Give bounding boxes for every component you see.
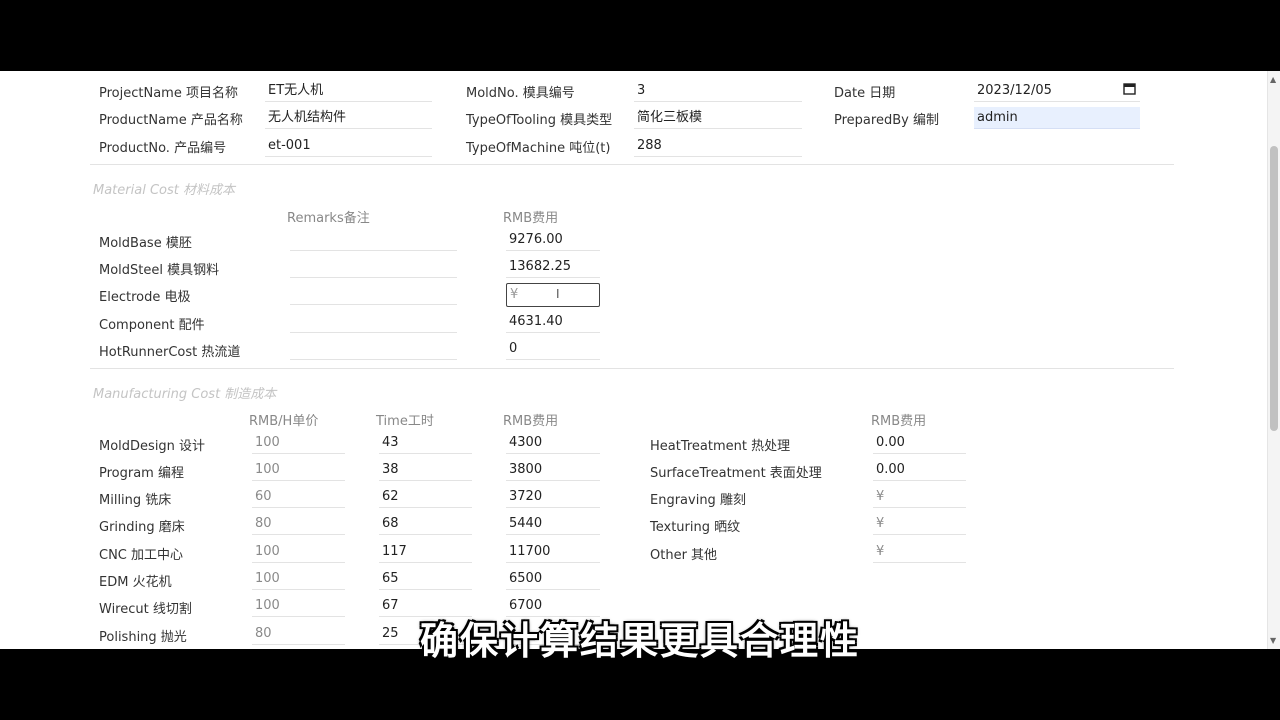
material-rmb-input[interactable]: 0 xyxy=(506,338,600,360)
material-remarks-input[interactable] xyxy=(290,229,457,251)
material-remarks-input[interactable] xyxy=(290,311,457,333)
calendar-icon[interactable] xyxy=(1123,82,1136,99)
mfg-row-label: MoldDesign 设计 xyxy=(99,439,206,454)
vertical-scrollbar[interactable]: ▲ ▼ xyxy=(1267,71,1280,649)
mfg-rmb-input[interactable]: 3720 xyxy=(506,486,600,508)
material-row-label: Electrode 电极 xyxy=(99,290,191,305)
material-row-label: MoldSteel 模具钢料 xyxy=(99,263,220,278)
other-row-label: Other 其他 xyxy=(650,548,718,563)
material-rmb-input[interactable]: 4631.40 xyxy=(506,311,600,333)
prepared-by-label: PreparedBy 编制 xyxy=(834,113,939,128)
mfg-rmb-input[interactable]: 3800 xyxy=(506,459,600,481)
mfg-rmb-input[interactable]: 6500 xyxy=(506,568,600,590)
mfg-time-input[interactable]: 38 xyxy=(379,459,472,481)
other-row-label: SurfaceTreatment 表面处理 xyxy=(650,466,822,481)
mfg-rate-input[interactable]: 100 xyxy=(252,459,345,481)
mfg-rate-input[interactable]: 60 xyxy=(252,486,345,508)
mold-no-input[interactable]: 3 xyxy=(634,80,802,102)
mfg-rate-input[interactable]: 100 xyxy=(252,541,345,563)
other-row-label: Texturing 晒纹 xyxy=(650,520,741,535)
material-row-label: Component 配件 xyxy=(99,318,205,333)
manufacturing-col-rmb: RMB费用 xyxy=(503,414,559,429)
mfg-row-label: Grinding 磨床 xyxy=(99,520,185,535)
scrollbar-thumb[interactable] xyxy=(1270,146,1278,431)
material-remarks-input[interactable] xyxy=(290,256,457,278)
material-remarks-input[interactable] xyxy=(290,338,457,360)
scroll-up-icon[interactable]: ▲ xyxy=(1270,75,1276,84)
material-rmb-input[interactable]: 9276.00 xyxy=(506,229,600,251)
mfg-time-input[interactable]: 68 xyxy=(379,513,472,535)
material-remarks-input[interactable] xyxy=(290,283,457,305)
divider xyxy=(90,368,1174,369)
material-row-label: HotRunnerCost 热流道 xyxy=(99,345,241,360)
product-name-label: ProductName 产品名称 xyxy=(99,113,243,128)
material-section-title: Material Cost 材料成本 xyxy=(93,183,235,198)
video-subtitle: 确保计算结果更具合理性 xyxy=(419,619,860,663)
other-rmb-input[interactable]: ¥ xyxy=(873,513,966,535)
mfg-time-input[interactable]: 43 xyxy=(379,432,472,454)
mfg-row-label: CNC 加工中心 xyxy=(99,548,184,563)
prepared-by-input[interactable]: admin xyxy=(974,107,1140,129)
cost-form: ProjectName 项目名称 ET无人机 ProductName 产品名称 … xyxy=(0,71,1280,649)
manufacturing-col-time: Time工时 xyxy=(376,414,434,429)
manufacturing-section-title: Manufacturing Cost 制造成本 xyxy=(93,387,277,402)
material-col-rmb: RMB费用 xyxy=(503,211,559,226)
other-row-label: HeatTreatment 热处理 xyxy=(650,439,791,454)
other-rmb-input[interactable]: 0.00 xyxy=(873,459,966,481)
machine-type-input[interactable]: 288 xyxy=(634,135,802,157)
text-cursor-icon: I xyxy=(556,287,560,301)
mfg-rate-input[interactable]: 100 xyxy=(252,568,345,590)
project-name-label: ProjectName 项目名称 xyxy=(99,86,238,101)
tooling-type-label: TypeOfTooling 模具类型 xyxy=(466,113,613,128)
electrode-rmb-input[interactable]: ¥ xyxy=(506,283,600,307)
product-no-input[interactable]: et-001 xyxy=(265,135,432,157)
product-no-label: ProductNo. 产品编号 xyxy=(99,141,227,156)
machine-type-label: TypeOfMachine 吨位(t) xyxy=(466,141,611,156)
other-rmb-input[interactable]: 0.00 xyxy=(873,432,966,454)
material-row-label: MoldBase 模胚 xyxy=(99,236,192,251)
manufacturing-col-rate: RMB/H单价 xyxy=(249,414,319,429)
other-rmb-input[interactable]: ¥ xyxy=(873,541,966,563)
mfg-rmb-input[interactable]: 11700 xyxy=(506,541,600,563)
material-col-remarks: Remarks备注 xyxy=(287,211,370,226)
other-row-label: Engraving 雕刻 xyxy=(650,493,746,508)
date-label: Date 日期 xyxy=(834,86,896,101)
mfg-row-label: Program 编程 xyxy=(99,466,184,481)
mfg-time-input[interactable]: 117 xyxy=(379,541,472,563)
divider xyxy=(90,164,1174,165)
product-name-input[interactable]: 无人机结构件 xyxy=(265,107,432,129)
mfg-time-input[interactable]: 65 xyxy=(379,568,472,590)
mfg-time-input[interactable]: 62 xyxy=(379,486,472,508)
mold-no-label: MoldNo. 模具编号 xyxy=(466,86,575,101)
mfg-rmb-input[interactable]: 4300 xyxy=(506,432,600,454)
project-name-input[interactable]: ET无人机 xyxy=(265,80,432,102)
date-input[interactable]: 2023/12/05 xyxy=(974,80,1140,102)
mfg-rate-input[interactable]: 80 xyxy=(252,513,345,535)
other-rmb-input[interactable]: ¥ xyxy=(873,486,966,508)
mfg-row-label: EDM 火花机 xyxy=(99,575,172,590)
mfg-row-label: Milling 铣床 xyxy=(99,493,172,508)
other-col-rmb: RMB费用 xyxy=(871,414,927,429)
mfg-rmb-input[interactable]: 5440 xyxy=(506,513,600,535)
mfg-rate-input[interactable]: 100 xyxy=(252,432,345,454)
material-rmb-input[interactable]: 13682.25 xyxy=(506,256,600,278)
tooling-type-input[interactable]: 简化三板模 xyxy=(634,107,802,129)
